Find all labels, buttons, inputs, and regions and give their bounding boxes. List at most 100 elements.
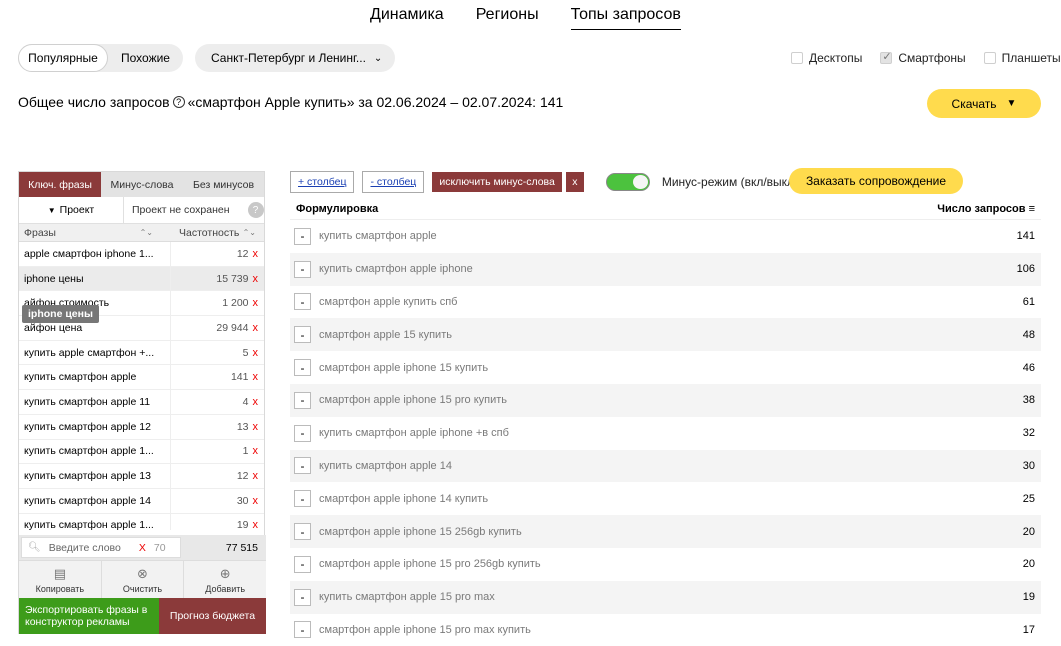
- tab-no-minus[interactable]: Без минусов: [183, 172, 264, 197]
- clear-search-icon[interactable]: X: [139, 542, 146, 554]
- tab-minus-words[interactable]: Минус-слова: [101, 172, 183, 197]
- add-minus-button[interactable]: -: [294, 523, 311, 541]
- word-search-placeholder: Введите слово: [48, 541, 121, 554]
- query-phrase[interactable]: купить смартфон apple 14: [319, 460, 1023, 472]
- query-phrase[interactable]: купить смартфон apple iphone +в спб: [319, 427, 1023, 439]
- exclude-minus-words-button[interactable]: исключить минус-слова: [432, 172, 562, 192]
- query-count: 19: [1022, 591, 1035, 604]
- mode-popular-button[interactable]: Популярные: [18, 44, 108, 72]
- add-minus-button[interactable]: -: [294, 227, 311, 245]
- add-minus-button[interactable]: -: [294, 260, 311, 278]
- add-minus-button[interactable]: -: [294, 457, 311, 475]
- keyword-table-header: Фразы ⌃⌄ Частотность ⌃⌄: [19, 224, 264, 242]
- remove-keyword-icon[interactable]: x: [253, 371, 259, 383]
- keyword-row[interactable]: купить смартфон apple 1... 1 x: [19, 439, 264, 465]
- keyword-frequency-cell: 12 x: [171, 464, 264, 488]
- region-select[interactable]: Санкт-Петербург и Ленинг... ⌄: [195, 44, 395, 72]
- query-phrase[interactable]: смартфон apple купить спб: [319, 296, 1023, 308]
- keyword-phrase: купить смартфон apple 12: [19, 414, 171, 439]
- project-label: Проект: [59, 204, 95, 216]
- remove-keyword-icon[interactable]: x: [253, 495, 259, 507]
- budget-forecast-button[interactable]: Прогноз бюджета: [159, 598, 266, 634]
- query-phrase[interactable]: смартфон apple iphone 15 256gb купить: [319, 526, 1023, 538]
- remove-keyword-icon[interactable]: x: [253, 273, 259, 285]
- remove-column-button[interactable]: - столбец: [362, 171, 425, 193]
- tablet-label: Планшеты: [1001, 51, 1061, 65]
- mode-similar-button[interactable]: Похожие: [108, 44, 183, 72]
- keyword-row[interactable]: купить смартфон apple 141 x: [19, 365, 264, 391]
- query-phrase[interactable]: смартфон apple iphone 14 купить: [319, 493, 1023, 505]
- remove-keyword-icon[interactable]: x: [253, 421, 259, 433]
- keyword-phrase: купить смартфон apple 1...: [19, 513, 171, 530]
- word-search-input[interactable]: 🔍︎ Введите слово X 70: [21, 537, 181, 558]
- region-label: Санкт-Петербург и Ленинг...: [211, 51, 366, 65]
- col-phrases[interactable]: Фразы ⌃⌄: [19, 224, 171, 241]
- tablet-checkbox[interactable]: [983, 52, 996, 64]
- add-minus-button[interactable]: -: [294, 490, 311, 508]
- help-icon[interactable]: ?: [247, 202, 264, 218]
- keyword-phrase: купить смартфон apple 1...: [19, 439, 171, 464]
- remove-keyword-icon[interactable]: x: [253, 470, 259, 482]
- query-phrase[interactable]: смартфон apple iphone 15 купить: [319, 362, 1023, 374]
- query-phrase[interactable]: смартфон apple iphone 15 pro купить: [319, 394, 1023, 406]
- remove-keyword-icon[interactable]: x: [253, 322, 259, 334]
- remove-keyword-icon[interactable]: x: [253, 445, 259, 457]
- col-frequency[interactable]: Частотность ⌃⌄: [171, 224, 264, 241]
- tab-key-phrases[interactable]: Ключ. фразы: [19, 172, 101, 197]
- tab-regions[interactable]: Регионы: [476, 6, 539, 30]
- copy-button[interactable]: ▤ Копировать: [19, 561, 102, 598]
- mode-switch: Популярные Похожие: [18, 44, 183, 72]
- keyword-row[interactable]: купить смартфон apple 11 4 x: [19, 390, 264, 415]
- add-minus-button[interactable]: -: [294, 555, 311, 573]
- add-minus-button[interactable]: -: [294, 359, 311, 377]
- add-minus-button[interactable]: -: [294, 391, 311, 409]
- download-button[interactable]: Скачать ▼: [927, 89, 1041, 118]
- query-row: - купить смартфон apple 14 30: [290, 449, 1041, 483]
- remove-keyword-icon[interactable]: x: [253, 248, 259, 260]
- add-minus-button[interactable]: -: [294, 621, 311, 639]
- add-minus-button[interactable]: -: [294, 326, 311, 344]
- keyword-row[interactable]: купить смартфон apple 12 13 x: [19, 414, 264, 440]
- order-support-button[interactable]: Заказать сопровождение: [789, 168, 963, 194]
- clear-button[interactable]: ⊗ Очистить: [102, 561, 185, 598]
- col-query-count[interactable]: Число запросов ≡: [937, 203, 1035, 215]
- export-button[interactable]: Экспортировать фразы в конструктор рекла…: [19, 598, 159, 634]
- close-button[interactable]: x: [565, 172, 584, 192]
- help-icon[interactable]: ?: [172, 96, 185, 108]
- col-frequency-label: Частотность: [179, 226, 240, 239]
- smartphone-checkbox[interactable]: [880, 50, 893, 64]
- keyword-row[interactable]: купить смартфон apple 13 12 x: [19, 464, 264, 489]
- keyword-row[interactable]: купить apple смартфон +... 5 x: [19, 340, 264, 366]
- keyword-row[interactable]: apple смартфон iphone 1... 12 x: [19, 242, 264, 267]
- tab-top-queries[interactable]: Топы запросов: [570, 6, 681, 30]
- keyword-row[interactable]: купить смартфон apple 1... 19 x: [19, 513, 264, 530]
- remove-keyword-icon[interactable]: x: [253, 396, 259, 408]
- tab-dynamics[interactable]: Динамика: [370, 6, 444, 30]
- chevron-down-icon: ⌄: [373, 52, 383, 64]
- keyword-frequency-cell: 19 x: [171, 514, 264, 530]
- add-minus-button[interactable]: -: [294, 293, 311, 311]
- remove-keyword-icon[interactable]: x: [253, 297, 259, 309]
- query-phrase[interactable]: смартфон apple iphone 15 pro 256gb купит…: [319, 558, 1023, 570]
- remove-keyword-icon[interactable]: x: [253, 519, 259, 530]
- query-phrase[interactable]: купить смартфон apple 15 pro max: [319, 591, 1023, 603]
- project-dropdown[interactable]: ▼ Проект: [19, 197, 124, 223]
- keyword-row[interactable]: купить смартфон apple 14 30 x: [19, 488, 264, 514]
- minus-mode-toggle[interactable]: [605, 173, 650, 191]
- add-column-button[interactable]: + столбец: [290, 171, 355, 193]
- remove-keyword-icon[interactable]: x: [253, 347, 259, 359]
- add-minus-button[interactable]: -: [294, 424, 311, 442]
- add-button[interactable]: ⊕ Добавить: [184, 561, 266, 598]
- query-phrase[interactable]: купить смартфон apple: [319, 230, 1017, 242]
- keyword-row[interactable]: iphone цены 15 739 x: [19, 266, 264, 292]
- add-minus-button[interactable]: -: [294, 588, 311, 606]
- query-phrase[interactable]: купить смартфон apple iphone: [319, 263, 1017, 275]
- query-count: 32: [1022, 427, 1035, 440]
- search-count: 70: [153, 541, 166, 554]
- query-phrase[interactable]: смартфон apple 15 купить: [319, 329, 1023, 341]
- top-nav: Динамика Регионы Топы запросов: [370, 6, 681, 30]
- desktop-checkbox[interactable]: [791, 52, 803, 64]
- keyword-phrase: купить смартфон apple: [19, 365, 171, 390]
- project-bar: ▼ Проект Проект не сохранен ?: [19, 197, 264, 224]
- query-phrase[interactable]: смартфон apple iphone 15 pro max купить: [319, 624, 1023, 636]
